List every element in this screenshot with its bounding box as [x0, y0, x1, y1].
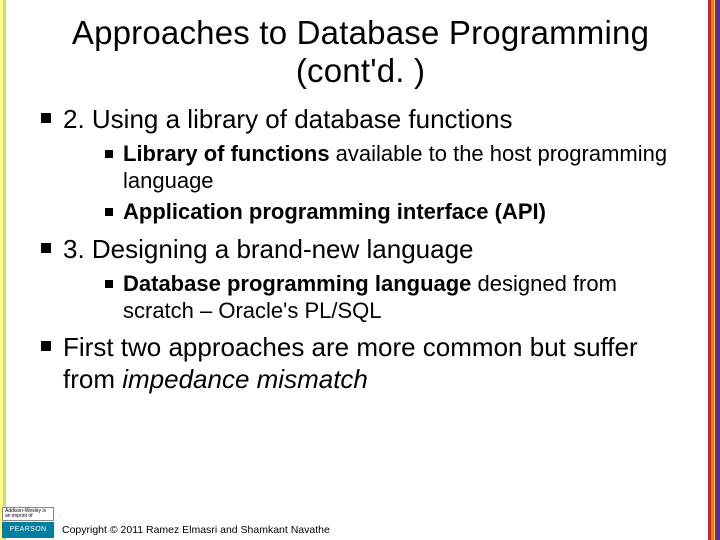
bullet-item-summary: First two approaches are more common but… — [39, 332, 688, 394]
bullet-list-level2: Database programming language designed f… — [103, 271, 688, 325]
bullet-strong: Database programming language — [123, 271, 471, 296]
bullet-strong: Application programming interface (API) — [123, 199, 546, 224]
bullet-list-level1: 2. Using a library of database functions… — [39, 104, 688, 395]
addison-wesley-logo: Addison-Wesley is an imprint of — [2, 507, 54, 521]
pearson-logo: PEARSON — [2, 522, 54, 538]
copyright-text: Copyright © 2011 Ramez Elmasri and Shamk… — [62, 524, 330, 536]
bullet-text: 2. Using a library of database functions — [63, 104, 512, 134]
slide-footer: Addison-Wesley is an imprint of PEARSON … — [0, 498, 720, 540]
slide-title: Approaches to Database Programming (cont… — [63, 14, 658, 90]
bullet-item-2: 2. Using a library of database functions… — [39, 104, 688, 226]
bullet-list-level2: Library of functions available to the ho… — [103, 141, 688, 225]
slide-content: Approaches to Database Programming (cont… — [13, 0, 708, 540]
bullet-strong: Library of functions — [123, 141, 330, 166]
bullet-subitem: Application programming interface (API) — [103, 199, 688, 226]
bullet-subitem: Database programming language designed f… — [103, 271, 688, 325]
decorative-right-strip — [708, 0, 720, 540]
bullet-item-3: 3. Designing a brand-new language Databa… — [39, 234, 688, 325]
bullet-emphasis: impedance mismatch — [122, 364, 368, 394]
bullet-subitem: Library of functions available to the ho… — [103, 141, 688, 195]
bullet-text: 3. Designing a brand-new language — [63, 234, 474, 264]
publisher-logos: Addison-Wesley is an imprint of PEARSON — [2, 507, 54, 538]
